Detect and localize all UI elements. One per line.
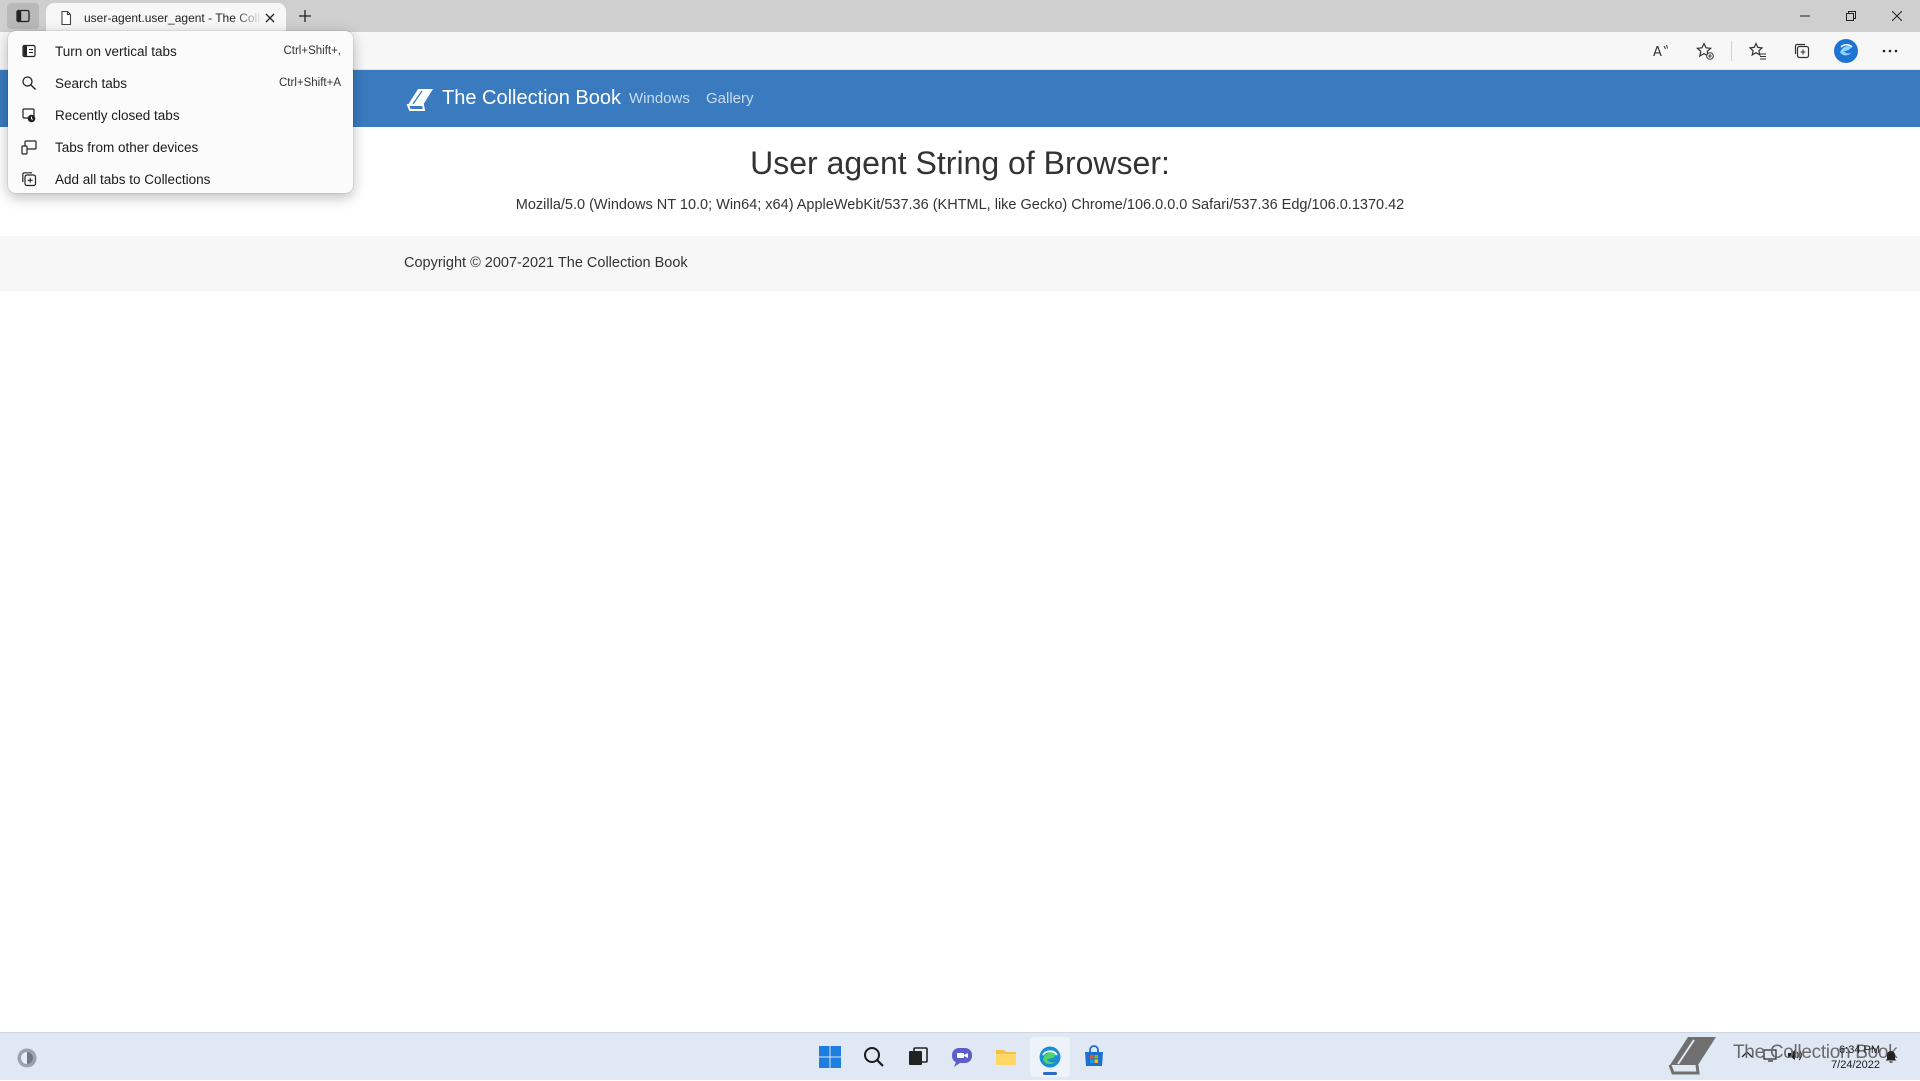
taskbar [0,1032,1920,1080]
restore-button[interactable] [1828,0,1874,32]
svg-text:A: A [1653,45,1662,59]
clock[interactable]: 6:34 PM 7/24/2022 [1820,1043,1880,1073]
close-icon [1892,11,1902,21]
title-bar: user-agent.user_agent - The Collection B… [0,0,1920,32]
widgets-icon[interactable] [16,1047,38,1069]
new-tab-button[interactable] [293,5,317,27]
collections-icon[interactable] [1784,35,1820,67]
more-icon[interactable] [1872,35,1908,67]
menu-item-other-devices[interactable]: Tabs from other devices [8,131,353,163]
toolbar-icons: A [1635,32,1908,70]
tab-title: user-agent.user_agent - The Collection B… [84,10,262,25]
read-aloud-icon[interactable]: A [1643,35,1679,67]
watermark-book-icon [1668,1037,1716,1075]
search-icon[interactable] [854,1037,894,1077]
window-controls [1782,0,1920,32]
browser-tab-active[interactable]: user-agent.user_agent - The Collection B… [46,3,286,32]
nav-link-gallery[interactable]: Gallery [706,70,754,127]
close-tab-icon[interactable] [262,10,278,26]
collections-icon [22,172,37,187]
devices-icon [21,140,37,155]
favorites-icon[interactable] [1740,35,1776,67]
menu-item-add-to-collections[interactable]: Add all tabs to Collections [8,163,353,195]
page-icon [61,10,72,25]
clock-time: 6:34 PM [1839,1044,1880,1056]
toolbar-divider [1731,41,1732,61]
menu-item-label: Search tabs [55,75,128,91]
recently-closed-icon [22,108,36,123]
start-icon[interactable] [810,1037,850,1077]
menu-item-search-tabs[interactable]: Search tabs Ctrl+Shift+A [8,67,353,99]
vertical-tabs-icon [22,44,36,58]
clock-date: 7/24/2022 [1831,1059,1880,1071]
task-view-icon[interactable] [898,1037,938,1077]
book-logo-icon [406,88,433,111]
menu-item-label: Tabs from other devices [55,139,199,155]
store-icon[interactable] [1074,1037,1114,1077]
tab-actions-icon [16,9,30,23]
brand-name: The Collection Book [442,87,621,109]
menu-item-shortcut: Ctrl+Shift+A [279,77,341,89]
plus-icon [299,10,311,22]
chat-icon[interactable] [942,1037,982,1077]
copyright-text: Copyright © 2007-2021 The Collection Boo… [404,255,688,271]
tab-actions-menu: Turn on vertical tabs Ctrl+Shift+, Searc… [8,31,353,193]
search-icon [22,76,36,90]
taskbar-apps [810,1033,1118,1081]
minimize-button[interactable] [1782,0,1828,32]
menu-item-label: Recently closed tabs [55,107,180,123]
menu-item-recently-closed[interactable]: Recently closed tabs [8,99,353,131]
menu-item-label: Add all tabs to Collections [55,171,211,187]
site-footer: Copyright © 2007-2021 The Collection Boo… [0,236,1920,291]
menu-item-vertical-tabs[interactable]: Turn on vertical tabs Ctrl+Shift+, [8,35,353,67]
tab-actions-button[interactable] [7,3,39,29]
edge-icon[interactable] [1030,1037,1070,1077]
profile-icon[interactable] [1828,35,1864,67]
restore-icon [1846,11,1856,21]
minimize-icon [1800,15,1810,17]
close-window-button[interactable] [1874,0,1920,32]
file-explorer-icon[interactable] [986,1037,1026,1077]
add-favorite-icon[interactable] [1687,35,1723,67]
notification-icon[interactable] [1883,1048,1899,1064]
menu-item-label: Turn on vertical tabs [55,43,177,59]
nav-link-windows[interactable]: Windows [629,70,690,127]
user-agent-string: Mozilla/5.0 (Windows NT 10.0; Win64; x64… [515,197,1405,213]
site-brand[interactable]: The Collection Book [404,70,621,127]
menu-item-shortcut: Ctrl+Shift+, [283,45,341,57]
